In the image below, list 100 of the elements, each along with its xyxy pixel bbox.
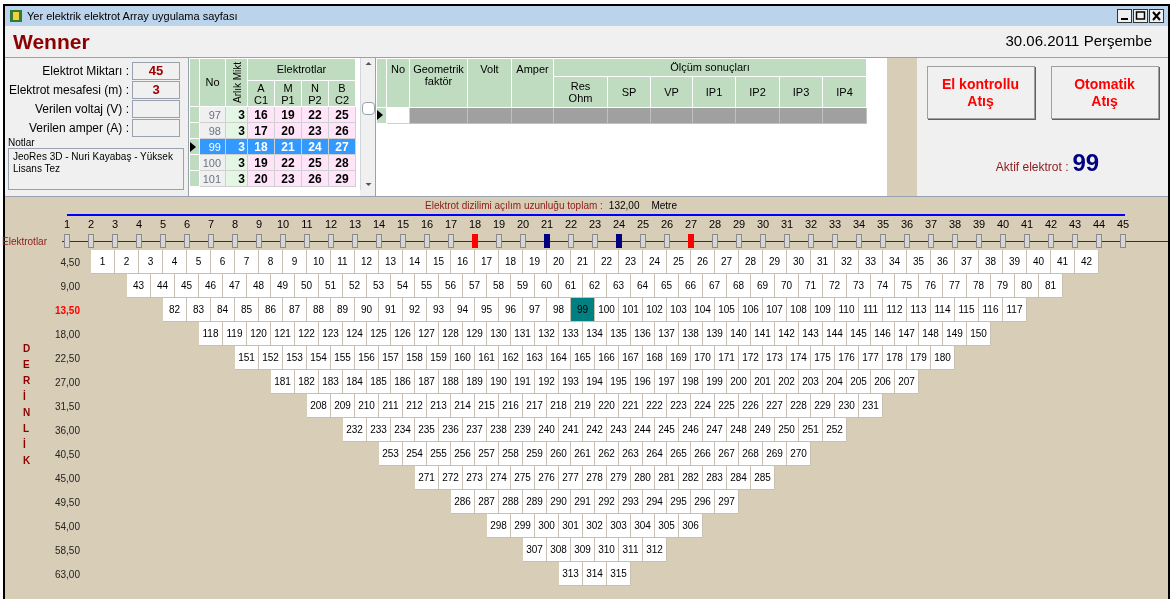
measurement-cell[interactable]: 88 bbox=[307, 298, 331, 322]
measurement-cell[interactable]: 155 bbox=[331, 346, 355, 370]
measurement-cell[interactable]: 239 bbox=[511, 418, 535, 442]
measurement-cell[interactable]: 125 bbox=[367, 322, 391, 346]
measurement-cell[interactable]: 89 bbox=[331, 298, 355, 322]
measurement-cell[interactable]: 202 bbox=[775, 370, 799, 394]
measurement-cell[interactable]: 107 bbox=[763, 298, 787, 322]
measurement-cell[interactable]: 211 bbox=[379, 394, 403, 418]
measurement-cell[interactable]: 27 bbox=[715, 250, 739, 274]
measurement-cell[interactable]: 13 bbox=[379, 250, 403, 274]
measurement-cell[interactable]: 25 bbox=[667, 250, 691, 274]
measurement-cell[interactable]: 157 bbox=[379, 346, 403, 370]
measurement-cell[interactable]: 156 bbox=[355, 346, 379, 370]
measurement-cell[interactable]: 165 bbox=[571, 346, 595, 370]
measurement-cell[interactable]: 188 bbox=[439, 370, 463, 394]
measurement-cell[interactable]: 78 bbox=[967, 274, 991, 298]
measurement-cell[interactable]: 210 bbox=[355, 394, 379, 418]
measurement-cell[interactable]: 146 bbox=[871, 322, 895, 346]
measurement-cell[interactable]: 98 bbox=[547, 298, 571, 322]
measurement-cell[interactable]: 110 bbox=[835, 298, 859, 322]
measurement-cell[interactable]: 123 bbox=[319, 322, 343, 346]
measurement-cell[interactable]: 197 bbox=[655, 370, 679, 394]
measurement-cell[interactable]: 292 bbox=[595, 490, 619, 514]
measurement-cell[interactable]: 218 bbox=[547, 394, 571, 418]
measurement-cell[interactable]: 183 bbox=[319, 370, 343, 394]
measurement-cell[interactable]: 187 bbox=[415, 370, 439, 394]
measurement-cell[interactable]: 8 bbox=[259, 250, 283, 274]
electrode-slider-handle[interactable] bbox=[280, 234, 286, 248]
scroll-thumb[interactable] bbox=[361, 102, 375, 115]
measurement-cell[interactable]: 241 bbox=[559, 418, 583, 442]
measurement-cell[interactable]: 40 bbox=[1027, 250, 1051, 274]
measurement-cell[interactable]: 45 bbox=[175, 274, 199, 298]
measurement-cell[interactable]: 115 bbox=[955, 298, 979, 322]
measurement-cell[interactable]: 308 bbox=[547, 538, 571, 562]
measurement-cell[interactable]: 23 bbox=[619, 250, 643, 274]
measurement-cell[interactable]: 178 bbox=[883, 346, 907, 370]
measurement-cell[interactable]: 194 bbox=[583, 370, 607, 394]
measurement-cell[interactable]: 141 bbox=[751, 322, 775, 346]
measurement-cell[interactable]: 77 bbox=[943, 274, 967, 298]
measurement-cell[interactable]: 102 bbox=[643, 298, 667, 322]
measurement-cell[interactable]: 230 bbox=[835, 394, 859, 418]
measurement-cell[interactable]: 132 bbox=[535, 322, 559, 346]
measurement-cell[interactable]: 61 bbox=[559, 274, 583, 298]
measurement-cell[interactable]: 4 bbox=[163, 250, 187, 274]
measurement-cell[interactable]: 185 bbox=[367, 370, 391, 394]
measurement-cell[interactable]: 100 bbox=[595, 298, 619, 322]
measurement-cell[interactable]: 120 bbox=[247, 322, 271, 346]
maximize-icon[interactable] bbox=[1133, 9, 1148, 23]
measurement-cell[interactable]: 84 bbox=[211, 298, 235, 322]
measurement-cell[interactable]: 48 bbox=[247, 274, 271, 298]
measurement-cell[interactable]: 140 bbox=[727, 322, 751, 346]
electrode-slider-handle[interactable] bbox=[496, 234, 502, 248]
measurement-cell[interactable]: 209 bbox=[331, 394, 355, 418]
measurement-cell[interactable]: 281 bbox=[655, 466, 679, 490]
measurement-cell[interactable]: 310 bbox=[595, 538, 619, 562]
measurement-cell[interactable]: 228 bbox=[787, 394, 811, 418]
measurement-cell[interactable]: 106 bbox=[739, 298, 763, 322]
measurement-cell[interactable]: 249 bbox=[751, 418, 775, 442]
measurement-cell[interactable]: 180 bbox=[931, 346, 955, 370]
electrode-slider-handle[interactable] bbox=[880, 234, 886, 248]
measurement-cell[interactable]: 15 bbox=[427, 250, 451, 274]
measurement-cell[interactable]: 261 bbox=[571, 442, 595, 466]
measurement-cell[interactable]: 57 bbox=[463, 274, 487, 298]
measurement-cell[interactable]: 5 bbox=[187, 250, 211, 274]
measurement-cell[interactable]: 143 bbox=[799, 322, 823, 346]
measurement-cell[interactable]: 272 bbox=[439, 466, 463, 490]
measurement-cell[interactable]: 256 bbox=[451, 442, 475, 466]
measurement-cell[interactable]: 20 bbox=[547, 250, 571, 274]
measurement-cell[interactable]: 302 bbox=[583, 514, 607, 538]
measurement-cell[interactable]: 184 bbox=[343, 370, 367, 394]
measurement-cell[interactable]: 16 bbox=[451, 250, 475, 274]
measurement-cell[interactable]: 246 bbox=[679, 418, 703, 442]
measurement-cell[interactable]: 147 bbox=[895, 322, 919, 346]
measurement-cell[interactable]: 213 bbox=[427, 394, 451, 418]
electrode-slider-handle[interactable] bbox=[88, 234, 94, 248]
measurement-cell[interactable]: 67 bbox=[703, 274, 727, 298]
measurement-cell[interactable]: 314 bbox=[583, 562, 607, 586]
measurement-cell[interactable]: 191 bbox=[511, 370, 535, 394]
measurement-cell[interactable]: 69 bbox=[751, 274, 775, 298]
value-field[interactable] bbox=[132, 118, 180, 137]
measurement-cell[interactable]: 2 bbox=[115, 250, 139, 274]
electrode-slider-handle[interactable] bbox=[1000, 234, 1006, 248]
measurement-cell[interactable]: 247 bbox=[703, 418, 727, 442]
measurement-cell[interactable]: 227 bbox=[763, 394, 787, 418]
measurement-cell[interactable]: 145 bbox=[847, 322, 871, 346]
measurement-cell[interactable]: 122 bbox=[295, 322, 319, 346]
measurement-cell[interactable]: 296 bbox=[691, 490, 715, 514]
measurement-cell[interactable]: 161 bbox=[475, 346, 499, 370]
measurement-cell[interactable]: 91 bbox=[379, 298, 403, 322]
value-field[interactable]: 45 bbox=[132, 61, 180, 80]
electrode-slider-handle[interactable] bbox=[856, 234, 862, 248]
measurement-cell[interactable]: 12 bbox=[355, 250, 379, 274]
measurement-cell[interactable]: 205 bbox=[847, 370, 871, 394]
measurement-cell[interactable]: 153 bbox=[283, 346, 307, 370]
measurement-cell[interactable]: 212 bbox=[403, 394, 427, 418]
measurement-cell[interactable]: 37 bbox=[955, 250, 979, 274]
measurement-cell[interactable]: 150 bbox=[967, 322, 991, 346]
measurement-cell[interactable]: 226 bbox=[739, 394, 763, 418]
measurement-cell[interactable]: 196 bbox=[631, 370, 655, 394]
electrode-slider-handle[interactable] bbox=[976, 234, 982, 248]
